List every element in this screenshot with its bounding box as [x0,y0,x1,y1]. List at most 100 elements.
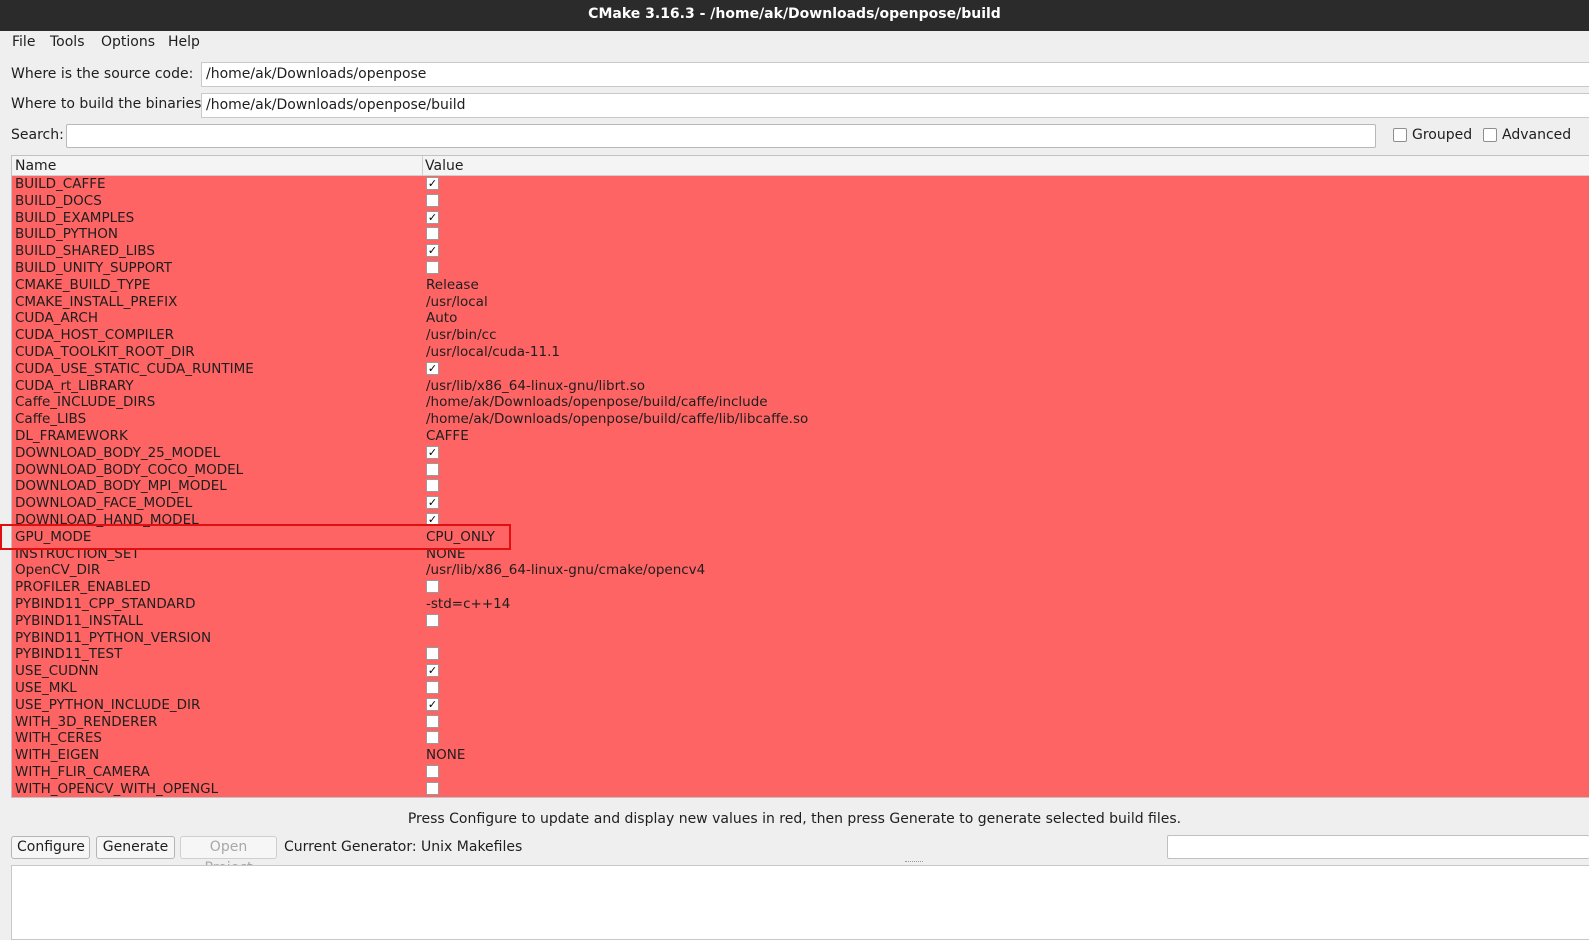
menu-tools[interactable]: Tools [50,34,85,50]
cache-entry-name: BUILD_UNITY_SUPPORT [15,260,172,276]
table-row[interactable]: DOWNLOAD_BODY_25_MODEL ✓ [12,445,1589,462]
table-row[interactable]: WITH_CERES [12,730,1589,747]
table-row[interactable]: CUDA_TOOLKIT_ROOT_DIR/usr/local/cuda-11.… [12,344,1589,361]
cache-entry-value[interactable]: Auto [426,310,457,327]
cache-entry-checkbox[interactable]: ✓ [426,664,439,678]
table-row[interactable]: Caffe_INCLUDE_DIRS/home/ak/Downloads/ope… [12,394,1589,411]
table-row[interactable]: BUILD_DOCS [12,193,1589,210]
table-row[interactable]: CUDA_rt_LIBRARY/usr/lib/x86_64-linux-gnu… [12,378,1589,395]
table-row[interactable]: PYBIND11_PYTHON_VERSION [12,630,1589,647]
table-row[interactable]: DOWNLOAD_BODY_MPI_MODEL [12,478,1589,495]
cache-entry-checkbox[interactable] [426,765,439,778]
header-name[interactable]: Name [15,158,56,174]
table-row[interactable]: DOWNLOAD_BODY_COCO_MODEL [12,462,1589,479]
source-path-input[interactable]: /home/ak/Downloads/openpose [201,62,1589,87]
cache-entry-checkbox[interactable]: ✓ [426,244,439,258]
build-path-input[interactable]: /home/ak/Downloads/openpose/build [201,93,1589,118]
cache-entry-value[interactable]: -std=c++14 [426,596,510,613]
table-row[interactable]: WITH_FLIR_CAMERA [12,764,1589,781]
table-row[interactable]: OpenCV_DIR/usr/lib/x86_64-linux-gnu/cmak… [12,562,1589,579]
table-row[interactable]: PYBIND11_INSTALL [12,613,1589,630]
cache-entry-value[interactable]: /usr/lib/x86_64-linux-gnu/cmake/opencv4 [426,562,705,579]
cache-entry-name: WITH_FLIR_CAMERA [15,764,150,780]
table-row[interactable]: CMAKE_INSTALL_PREFIX/usr/local [12,294,1589,311]
table-row[interactable]: Caffe_LIBS/home/ak/Downloads/openpose/bu… [12,411,1589,428]
table-row[interactable]: USE_PYTHON_INCLUDE_DIR ✓ [12,697,1589,714]
table-row[interactable]: BUILD_PYTHON [12,226,1589,243]
cache-entry-checkbox[interactable]: ✓ [426,210,439,224]
cache-entry-value[interactable]: /usr/local/cuda-11.1 [426,344,560,361]
cache-entry-checkbox[interactable] [426,781,439,795]
table-row[interactable]: DOWNLOAD_FACE_MODEL ✓ [12,495,1589,512]
table-row[interactable]: BUILD_SHARED_LIBS ✓ [12,243,1589,260]
cache-entry-name: Caffe_INCLUDE_DIRS [15,394,156,411]
table-row[interactable]: CUDA_HOST_COMPILER/usr/bin/cc [12,327,1589,344]
cache-entry-name: BUILD_EXAMPLES [15,209,135,226]
cache-entry-checkbox[interactable] [426,714,439,728]
table-row[interactable]: USE_MKL [12,680,1589,697]
cache-entry-checkbox[interactable] [426,613,439,627]
cache-entry-checkbox[interactable] [426,479,439,493]
cache-entry-value[interactable]: NONE [426,546,465,563]
search-input[interactable] [66,124,1376,148]
splitter-handle[interactable] [905,861,923,863]
table-row[interactable]: WITH_EIGEN NONE [12,747,1589,764]
table-row[interactable]: GPU_MODE CPU_ONLY [12,529,1589,546]
cache-entry-checkbox[interactable]: ✓ [426,361,439,375]
table-row[interactable]: PROFILER_ENABLED [12,579,1589,596]
cache-entry-checkbox[interactable]: ✓ [426,445,439,459]
cache-entry-checkbox[interactable]: ✓ [426,496,439,510]
table-row[interactable]: USE_CUDNN ✓ [12,663,1589,680]
cache-entry-value[interactable]: /home/ak/Downloads/openpose/build/caffe/… [426,394,768,411]
table-row[interactable]: CUDA_USE_STATIC_CUDA_RUNTIME ✓ [12,361,1589,378]
cache-entry-name: USE_MKL [15,680,77,696]
table-row[interactable]: PYBIND11_TEST [12,646,1589,663]
table-row[interactable]: BUILD_EXAMPLES ✓ [12,210,1589,227]
cache-entry-checkbox[interactable] [426,462,439,476]
open-project-button[interactable]: Open Project [180,836,277,876]
table-row[interactable]: CMAKE_BUILD_TYPE Release [12,277,1589,294]
menu-options[interactable]: Options [101,34,155,50]
cache-entry-value[interactable]: /usr/local [426,294,488,311]
cache-entry-checkbox[interactable] [426,193,439,207]
cache-entry-name: CMAKE_BUILD_TYPE [15,276,151,293]
table-row[interactable]: BUILD_UNITY_SUPPORT [12,260,1589,277]
cache-entry-value[interactable]: /usr/bin/cc [426,327,497,344]
table-row[interactable]: WITH_OPENCV_WITH_OPENGL [12,781,1589,797]
table-row[interactable]: BUILD_CAFFE ✓ [12,176,1589,193]
cache-entry-name: DOWNLOAD_BODY_COCO_MODEL [15,461,244,478]
table-row[interactable]: DOWNLOAD_HAND_MODEL ✓ [12,512,1589,529]
menu-file[interactable]: File [12,34,35,50]
cache-entry-checkbox[interactable] [426,681,439,694]
cache-entry-checkbox[interactable] [426,580,439,594]
cache-entry-value[interactable]: Release [426,277,479,294]
configure-button[interactable]: Configure [11,836,90,859]
advanced-checkbox[interactable] [1483,128,1497,142]
cache-entry-checkbox[interactable] [426,227,439,241]
table-row[interactable]: PYBIND11_CPP_STANDARD -std=c++14 [12,596,1589,613]
cache-entry-checkbox[interactable]: ✓ [426,697,439,711]
cache-entry-checkbox[interactable] [426,647,439,661]
table-row[interactable]: INSTRUCTION_SET NONE [12,546,1589,563]
generate-button[interactable]: Generate [96,836,175,859]
cache-entry-checkbox[interactable]: ✓ [426,513,439,526]
cache-entry-value[interactable]: NONE [426,747,465,764]
table-row[interactable]: WITH_3D_RENDERER [12,714,1589,731]
table-row[interactable]: DL_FRAMEWORK CAFFE [12,428,1589,445]
cache-entry-value[interactable]: CAFFE [426,428,469,445]
header-value[interactable]: Value [425,158,463,174]
cache-entry-checkbox[interactable]: ✓ [426,177,439,190]
column-divider[interactable] [422,156,423,176]
output-log[interactable] [11,865,1589,940]
menu-help[interactable]: Help [168,34,200,50]
cache-entry-name: CUDA_ARCH [15,310,98,327]
cache-entry-name: PROFILER_ENABLED [15,579,151,596]
cache-entry-value[interactable]: CPU_ONLY [426,529,495,546]
table-row[interactable]: CUDA_ARCH Auto [12,310,1589,327]
cache-entry-name: CUDA_HOST_COMPILER [15,327,175,344]
cache-entry-checkbox[interactable] [426,261,439,274]
grouped-checkbox[interactable] [1393,128,1407,142]
cache-entry-value[interactable]: /home/ak/Downloads/openpose/build/caffe/… [426,411,808,428]
cache-entry-checkbox[interactable] [426,731,439,745]
cache-entry-value[interactable]: /usr/lib/x86_64-linux-gnu/librt.so [426,378,645,395]
